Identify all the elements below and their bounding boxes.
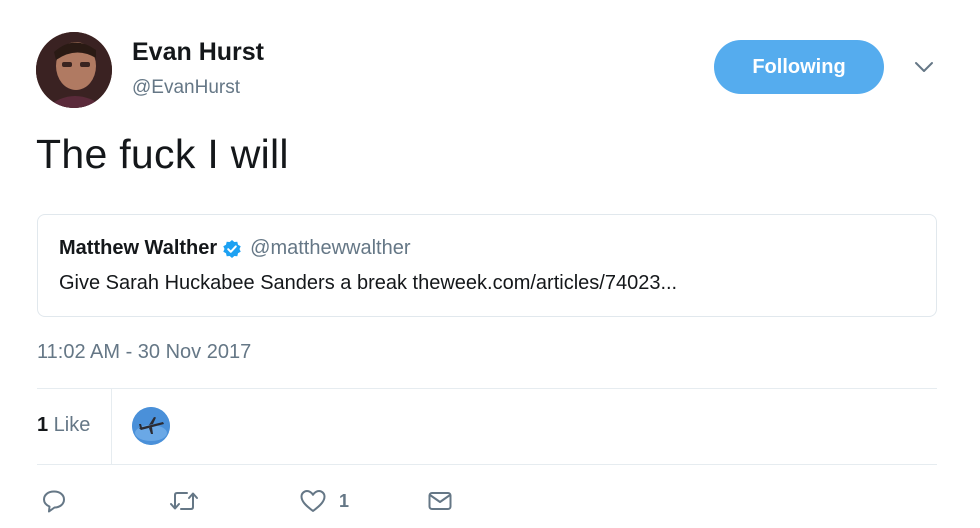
like-count: 1	[339, 490, 350, 511]
tweet-timestamp[interactable]: 11:02 AM - 30 Nov 2017	[37, 341, 251, 364]
quoted-tweet-text: Give Sarah Huckabee Sanders a break thew…	[59, 272, 678, 294]
author-screen-name[interactable]: @EvanHurst	[132, 77, 240, 99]
user-avatar-icon	[36, 32, 112, 108]
quoted-screen-name: @matthewwalther	[250, 237, 411, 259]
tweet-stats: 1 Like	[37, 389, 937, 464]
tweet-header: Evan Hurst @EvanHurst Following	[36, 32, 946, 110]
verified-badge-icon	[222, 239, 242, 259]
quoted-display-name: Matthew Walther	[59, 237, 218, 259]
quoted-tweet-header: Matthew Walther @matthewwalther	[59, 237, 411, 260]
author-display-name[interactable]: Evan Hurst	[132, 38, 264, 67]
tweet-text: The fuck I will	[36, 131, 289, 177]
tweet-actions: 1	[37, 484, 937, 520]
author-avatar[interactable]	[36, 32, 112, 108]
retweet-icon	[170, 492, 198, 510]
likes-count[interactable]: 1 Like	[37, 414, 90, 437]
liker-avatar[interactable]	[132, 407, 170, 445]
retweet-button[interactable]	[169, 488, 199, 514]
chevron-down-icon[interactable]	[913, 56, 935, 78]
reply-button[interactable]	[41, 488, 67, 514]
likes-number: 1	[37, 414, 49, 436]
heart-icon	[300, 490, 326, 512]
like-button[interactable]: 1	[299, 488, 349, 514]
quoted-tweet[interactable]: Matthew Walther @matthewwalther Give Sar…	[37, 214, 937, 317]
stats-divider	[111, 389, 112, 464]
following-button[interactable]: Following	[714, 40, 884, 94]
envelope-icon	[428, 492, 452, 510]
direct-message-button[interactable]	[427, 488, 453, 514]
airplane-avatar-icon	[132, 407, 170, 445]
divider	[37, 464, 937, 465]
likes-label: Like	[48, 414, 91, 436]
reply-icon	[43, 490, 65, 513]
